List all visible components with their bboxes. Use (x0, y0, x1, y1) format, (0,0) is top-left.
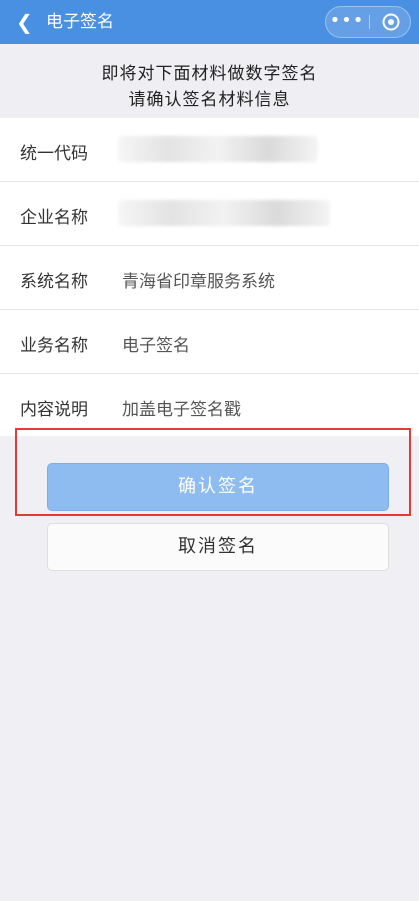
redacted-value (118, 200, 330, 226)
page-title: 电子签名 (46, 12, 114, 32)
field-row-company-name: 企业名称 (0, 182, 419, 246)
capsule-divider (369, 15, 370, 29)
confirm-sign-button[interactable]: 确认签名 (47, 463, 389, 511)
field-row-system-name: 系统名称 青海省印章服务系统 (0, 246, 419, 310)
field-label: 内容说明 (20, 400, 88, 420)
notice-line-2: 请确认签名材料信息 (128, 90, 291, 110)
more-dots-icon[interactable]: ••• (326, 7, 368, 37)
top-nav-bar: ❮ 电子签名 ••• (0, 0, 419, 44)
field-row-unified-code: 统一代码 (0, 118, 419, 182)
redacted-value (118, 136, 318, 162)
notice-line-1: 即将对下面材料做数字签名 (101, 64, 318, 84)
material-info-list: 统一代码 企业名称 系统名称 青海省印章服务系统 业务名称 电子签名 内容说明 … (0, 118, 419, 436)
mini-program-capsule: ••• (325, 6, 411, 38)
field-value: 青海省印章服务系统 (122, 272, 275, 292)
field-value: 加盖电子签名戳 (122, 400, 241, 420)
field-value: 电子签名 (122, 336, 190, 356)
field-label: 统一代码 (20, 144, 88, 164)
field-label: 系统名称 (20, 272, 88, 292)
field-label: 企业名称 (20, 208, 88, 228)
sign-notice: 即将对下面材料做数字签名 请确认签名材料信息 (0, 44, 419, 118)
target-close-icon[interactable] (382, 13, 400, 31)
cancel-sign-button[interactable]: 取消签名 (47, 523, 389, 571)
chevron-left-icon[interactable]: ❮ (16, 11, 36, 33)
field-label: 业务名称 (20, 336, 88, 356)
field-row-business-name: 业务名称 电子签名 (0, 310, 419, 374)
